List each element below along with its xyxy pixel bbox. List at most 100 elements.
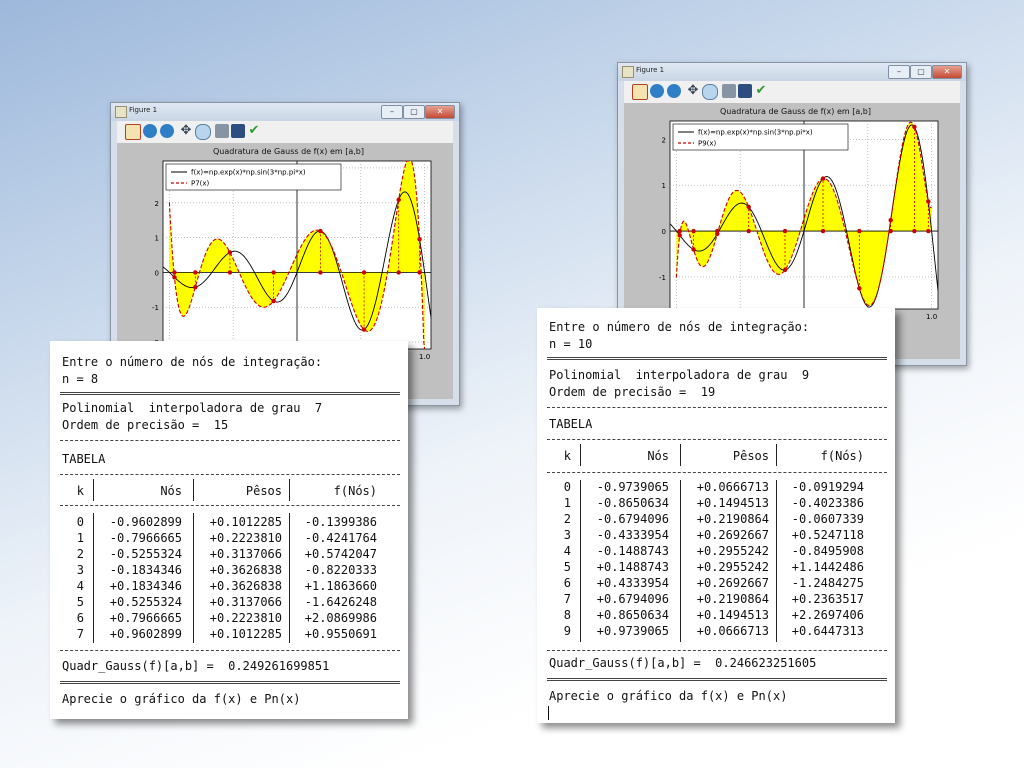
table-cell-weight: +0.2692667 [696, 576, 769, 590]
data-point [691, 247, 696, 252]
table-cell-k: 4 [563, 544, 571, 558]
table-header-k: k [563, 449, 571, 463]
table-cell-weight: +0.1494513 [696, 496, 769, 510]
forward-icon[interactable] [160, 124, 174, 138]
axis-node-marker [715, 228, 720, 234]
column-separator [680, 480, 681, 642]
x-tick-label: 1.0 [926, 313, 937, 321]
legend-label-p: P9(x) [698, 140, 717, 148]
pan-icon[interactable]: ✥ [686, 84, 700, 98]
table-cell-weight: +0.3137066 [209, 595, 282, 609]
n-input-line: n = 8 [62, 372, 99, 386]
divider [60, 681, 400, 684]
table-cell-k: 1 [563, 496, 571, 510]
minimize-button[interactable]: – [381, 105, 403, 119]
axis-node-marker [172, 270, 177, 275]
check-icon[interactable]: ✔ [247, 124, 261, 138]
table-cell-k: 7 [76, 627, 84, 641]
y-tick-label: 2 [662, 136, 666, 144]
back-icon[interactable] [650, 84, 664, 98]
text-cursor[interactable] [548, 706, 549, 720]
table-label: TABELA [549, 417, 593, 431]
close-button[interactable]: ✕ [932, 65, 962, 79]
y-tick-label: 0 [155, 269, 159, 277]
configure-subplots-icon[interactable] [722, 84, 736, 98]
precision-order: Ordem de precisão = 15 [62, 418, 229, 432]
home-icon[interactable] [125, 124, 141, 140]
table-cell-node: -0.1834346 [109, 563, 182, 577]
data-point [318, 228, 323, 234]
title-bar[interactable]: Figure 1 – ▢ ✕ [618, 63, 966, 81]
table-cell-node: -0.9739065 [596, 480, 669, 494]
divider [60, 392, 400, 395]
close-button[interactable]: ✕ [425, 105, 455, 119]
check-icon[interactable]: ✔ [754, 84, 768, 98]
configure-subplots-icon[interactable] [215, 124, 229, 138]
table-cell-node: -0.8650634 [596, 496, 669, 510]
axis-node-marker [361, 270, 367, 275]
data-point [396, 197, 401, 202]
table-cell-k: 3 [563, 528, 571, 542]
table-cell-k: 2 [563, 512, 571, 526]
polynomial-degree: Polinomial interpoladora de grau 7 [62, 401, 323, 415]
zoom-icon[interactable] [195, 124, 211, 140]
title-bar[interactable]: Figure 1 – ▢ ✕ [111, 103, 459, 121]
save-icon[interactable] [231, 124, 245, 138]
maximize-button[interactable]: ▢ [910, 65, 932, 79]
table-header-weights: Pêsos [245, 484, 282, 498]
table-cell-k: 5 [76, 595, 84, 609]
table-cell-node: -0.6794096 [596, 512, 669, 526]
data-point [361, 327, 367, 332]
table-cell-weight: +0.3137066 [209, 547, 282, 561]
table-cell-weight: +0.1012285 [209, 627, 282, 641]
home-icon[interactable] [632, 84, 648, 100]
table-cell-k: 0 [76, 515, 84, 529]
axis-node-marker [746, 228, 751, 234]
divider [547, 678, 887, 681]
maximize-button[interactable]: ▢ [403, 105, 425, 119]
table-cell-fnode: -0.0919294 [791, 480, 864, 494]
prompt-text: Entre o número de nós de integração: [62, 355, 323, 369]
table-cell-node: +0.7966665 [109, 611, 182, 625]
divider [60, 440, 400, 441]
legend: f(x)=np.exp(x)*np.sin(3*np.pi*x) P7(x) [165, 163, 342, 191]
minimize-button[interactable]: – [888, 65, 910, 79]
axis-node-marker [888, 228, 893, 234]
data-point [227, 250, 233, 255]
table-cell-weight: +0.2955242 [696, 544, 769, 558]
table-cell-node: +0.1488743 [596, 560, 669, 574]
table-cell-weight: +0.2692667 [696, 528, 769, 542]
table-cell-weight: +0.2955242 [696, 560, 769, 574]
table-label: TABELA [62, 452, 106, 466]
table-header-k: k [76, 484, 84, 498]
table-header-fnodes: f(Nós) [820, 449, 864, 463]
quadrature-result: Quadr_Gauss(f)[a,b] = 0.246623251605 [549, 656, 817, 670]
divider [547, 407, 887, 408]
quadrature-result: Quadr_Gauss(f)[a,b] = 0.249261699851 [62, 659, 330, 673]
column-separator [580, 480, 581, 642]
figure-app-icon [115, 106, 127, 118]
zoom-icon[interactable] [702, 84, 718, 100]
data-point [888, 218, 893, 223]
table-cell-fnode: -0.1399386 [304, 515, 377, 529]
console-output-left: Entre o número de nós de integração: n =… [50, 341, 408, 719]
table-cell-k: 8 [563, 608, 571, 622]
toolbar: ✥ ✔ [624, 81, 960, 103]
forward-icon[interactable] [667, 84, 681, 98]
divider [547, 472, 887, 473]
table-cell-weight: +0.1012285 [209, 515, 282, 529]
pan-icon[interactable]: ✥ [179, 124, 193, 138]
table-cell-fnode: +0.6447313 [791, 624, 864, 638]
table-cell-weight: +0.1494513 [696, 608, 769, 622]
table-cell-k: 9 [563, 624, 571, 638]
divider [60, 650, 400, 651]
table-header-nodes: Nós [647, 449, 669, 463]
save-icon[interactable] [738, 84, 752, 98]
back-icon[interactable] [143, 124, 157, 138]
table-cell-fnode: -0.4023386 [791, 496, 864, 510]
table-cell-node: +0.9602899 [109, 627, 182, 641]
table-cell-k: 5 [563, 560, 571, 574]
column-separator [93, 513, 94, 643]
axis-node-marker [857, 228, 862, 234]
data-point [820, 176, 826, 181]
